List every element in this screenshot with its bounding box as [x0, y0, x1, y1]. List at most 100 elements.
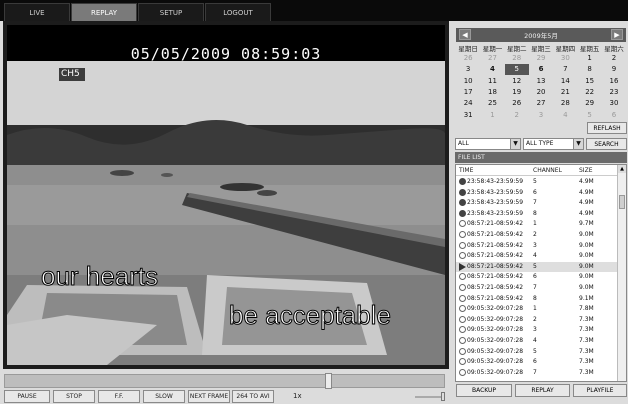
file-list-row[interactable]: 08:57:21-08:59:42 3 9.0M: [456, 241, 618, 251]
calendar-day[interactable]: 4: [553, 110, 577, 121]
calendar-day[interactable]: 31: [456, 110, 480, 121]
refresh-button[interactable]: REFLASH: [587, 122, 627, 134]
backup-button[interactable]: BACKUP: [456, 384, 512, 397]
calendar-day[interactable]: 1: [480, 110, 504, 121]
calendar-day[interactable]: 8: [578, 64, 602, 75]
calendar-day[interactable]: 14: [553, 76, 577, 87]
calendar-day[interactable]: 20: [529, 87, 553, 98]
calendar-day[interactable]: 26: [505, 98, 529, 109]
calendar-day[interactable]: 28: [505, 53, 529, 64]
calendar-day[interactable]: 13: [529, 76, 553, 87]
file-time: 08:57:21-08:59:42: [467, 220, 524, 228]
file-size: 9.0M: [579, 273, 594, 281]
playback-scrubber[interactable]: [4, 373, 445, 389]
file-list-row[interactable]: 08:57:21-08:59:42 8 9.1M: [456, 294, 618, 304]
alarm-icon: [459, 188, 466, 196]
calendar-day[interactable]: 24: [456, 98, 480, 109]
weekday-label: 星期三: [531, 45, 551, 53]
file-list-row[interactable]: 23:58:43-23:59:59 8 4.9M: [456, 209, 618, 219]
calendar-day[interactable]: 30: [602, 98, 626, 109]
file-list-row[interactable]: 09:05:32-09:07:28 4 7.3M: [456, 336, 618, 346]
tab-live[interactable]: LIVE: [4, 3, 70, 21]
tab-logout[interactable]: LOGOUT: [205, 3, 271, 21]
calendar-day[interactable]: 25: [480, 98, 504, 109]
file-list-row[interactable]: 23:58:43-23:59:59 5 4.9M: [456, 177, 618, 187]
type-select[interactable]: ALL TYPE ▼: [523, 138, 584, 150]
file-list-row[interactable]: 09:05:32-09:07:28 3 7.3M: [456, 325, 618, 335]
calendar-day[interactable]: 10: [456, 76, 480, 87]
video-player[interactable]: 05/05/2009 08:59:03 CH5 our hearts be ac…: [7, 25, 445, 365]
type-select-value: ALL TYPE: [526, 140, 554, 147]
replay-button[interactable]: REPLAY: [515, 384, 570, 397]
scrubber-thumb[interactable]: [325, 373, 333, 389]
volume-slider[interactable]: [415, 392, 445, 401]
clock-icon: [459, 252, 466, 260]
calendar-day[interactable]: 9: [602, 64, 626, 75]
calendar-day[interactable]: 12: [505, 76, 529, 87]
tab-replay[interactable]: REPLAY: [71, 3, 137, 21]
file-list-row[interactable]: 08:57:21-08:59:42 5 9.0M: [456, 261, 618, 272]
chevron-down-icon[interactable]: ▼: [573, 139, 583, 149]
calendar-day[interactable]: 26: [456, 53, 480, 64]
calendar-day[interactable]: 11: [480, 76, 504, 87]
calendar-day[interactable]: 15: [578, 76, 602, 87]
volume-thumb[interactable]: [441, 392, 445, 401]
slow-button[interactable]: SLOW: [143, 390, 185, 403]
file-list-row[interactable]: 09:05:32-09:07:28 1 7.8M: [456, 304, 618, 314]
calendar-day[interactable]: 27: [529, 98, 553, 109]
file-list-scrollbar[interactable]: ▲: [617, 165, 626, 381]
calendar-day[interactable]: 5: [504, 64, 529, 76]
calendar-day[interactable]: 21: [553, 87, 577, 98]
file-list-row[interactable]: 08:57:21-08:59:42 4 9.0M: [456, 251, 618, 261]
calendar-day[interactable]: 1: [578, 53, 602, 64]
file-list-row[interactable]: 09:05:32-09:07:28 2 7.3M: [456, 315, 618, 325]
file-list-row[interactable]: 09:05:32-09:07:28 7 7.3M: [456, 368, 618, 378]
scroll-up-icon[interactable]: ▲: [618, 165, 626, 173]
calendar-day[interactable]: 6: [602, 110, 626, 121]
calendar-day[interactable]: 30: [553, 53, 577, 64]
calendar-day[interactable]: 5: [578, 110, 602, 121]
calendar-day[interactable]: 2: [505, 110, 529, 121]
calendar-day[interactable]: 2: [602, 53, 626, 64]
scroll-thumb[interactable]: [619, 195, 625, 209]
prev-month-button[interactable]: ◀: [459, 29, 471, 40]
fast-forward-button[interactable]: F.F.: [98, 390, 140, 403]
file-list-row[interactable]: 09:05:32-09:07:28 5 7.3M: [456, 347, 618, 357]
channel-select[interactable]: ALL ▼: [455, 138, 521, 150]
calendar-day[interactable]: 29: [578, 98, 602, 109]
stop-button[interactable]: STOP: [53, 390, 95, 403]
file-list-row[interactable]: 09:05:32-09:07:28 6 7.3M: [456, 357, 618, 367]
calendar-day[interactable]: 28: [553, 98, 577, 109]
convert-avi-button[interactable]: 264 TO AVI: [232, 390, 274, 403]
calendar-day[interactable]: 6: [529, 64, 553, 75]
file-list-row[interactable]: 08:57:21-08:59:42 7 9.0M: [456, 283, 618, 293]
file-list-row[interactable]: 08:57:21-08:59:42 6 9.0M: [456, 272, 618, 282]
file-channel: 7: [533, 368, 537, 376]
calendar-day[interactable]: 3: [456, 64, 480, 75]
tab-setup[interactable]: SETUP: [138, 3, 204, 21]
file-list-row[interactable]: 23:58:43-23:59:59 6 4.9M: [456, 188, 618, 198]
clock-icon: [459, 358, 466, 366]
calendar-day[interactable]: 27: [480, 53, 504, 64]
file-list-row[interactable]: 08:57:21-08:59:42 2 9.0M: [456, 230, 618, 240]
playfile-button[interactable]: PLAYFILE: [573, 384, 627, 397]
calendar-day[interactable]: 23: [602, 87, 626, 98]
next-month-button[interactable]: ▶: [611, 29, 623, 40]
calendar-day[interactable]: 7: [553, 64, 577, 75]
weekday-label: 星期五: [579, 45, 600, 53]
file-list-row[interactable]: 23:58:43-23:59:59 7 4.9M: [456, 198, 618, 208]
calendar-day[interactable]: 18: [480, 87, 504, 98]
pause-button[interactable]: PAUSE: [4, 390, 50, 403]
file-list-row[interactable]: 08:57:21-08:59:42 1 9.7M: [456, 219, 618, 229]
calendar-day[interactable]: 29: [529, 53, 553, 64]
calendar-day[interactable]: 16: [602, 76, 626, 87]
calendar-day[interactable]: 3: [529, 110, 553, 121]
chevron-down-icon[interactable]: ▼: [510, 139, 520, 149]
search-button[interactable]: SEARCH: [586, 138, 627, 150]
calendar-day[interactable]: 22: [578, 87, 602, 98]
clock-icon: [459, 326, 466, 334]
calendar-day[interactable]: 17: [456, 87, 480, 98]
next-frame-button[interactable]: NEXT FRAME: [188, 390, 230, 403]
calendar-day[interactable]: 19: [505, 87, 529, 98]
calendar-day[interactable]: 4: [480, 64, 504, 75]
